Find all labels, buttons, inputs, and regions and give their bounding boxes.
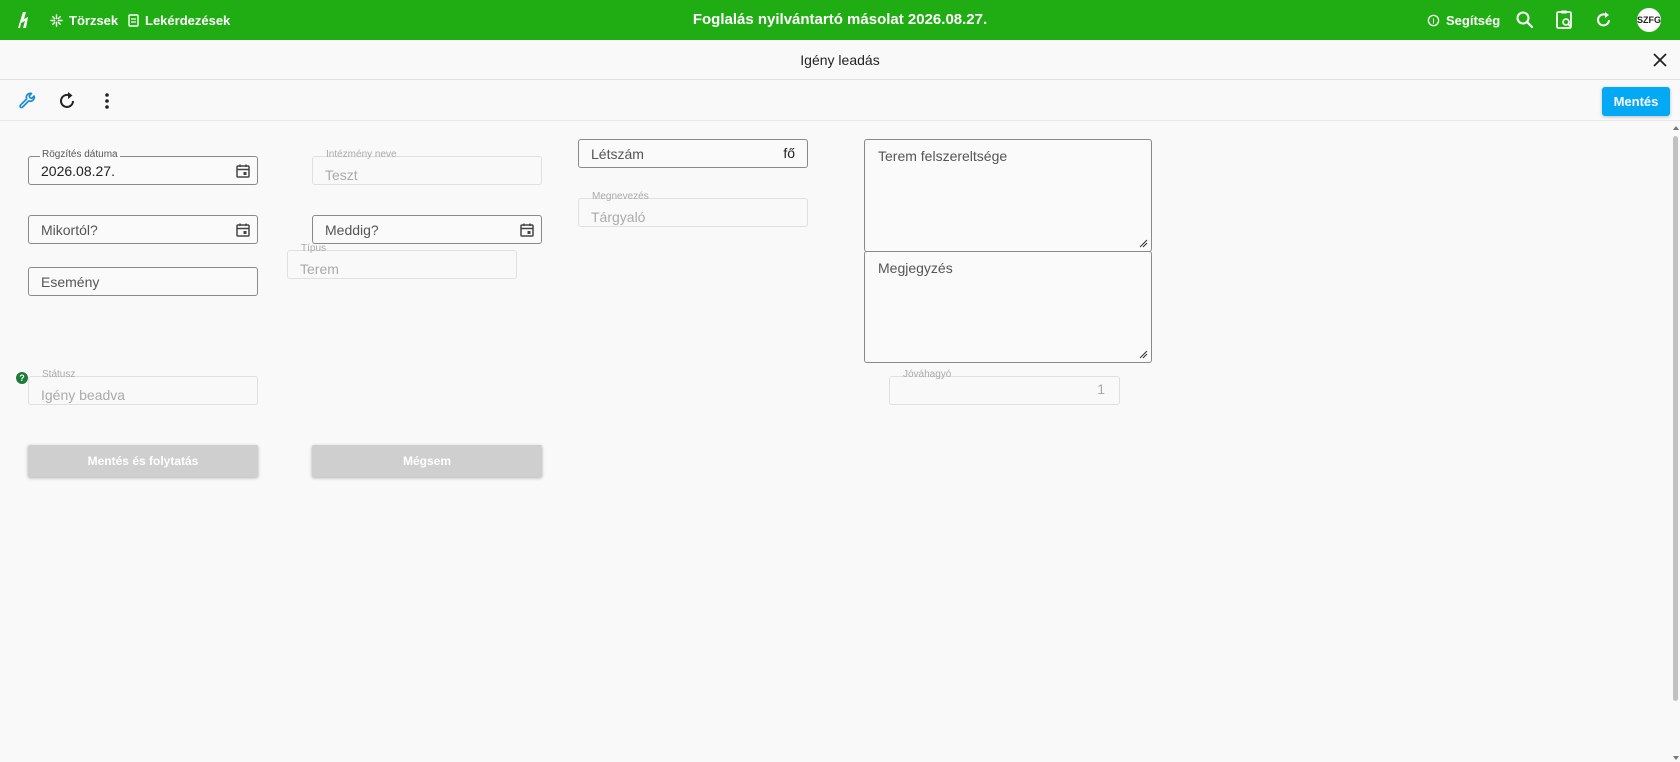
scroll-down-arrow-icon[interactable] <box>1673 756 1679 760</box>
terem-felszereltsege-field[interactable] <box>864 139 1152 252</box>
nav-lekerdezesek[interactable]: Lekérdezések <box>128 0 230 40</box>
rogzites-datuma-field[interactable]: Rögzítés dátuma <box>28 149 258 185</box>
esemeny-input[interactable] <box>41 268 225 295</box>
nav-torzsek-label: Törzsek <box>69 12 119 28</box>
statusz-field: Státusz <box>28 369 258 408</box>
more-vertical-icon[interactable] <box>96 90 118 112</box>
tipus-label: Típus <box>301 243 327 254</box>
scroll-up-arrow-icon[interactable] <box>1673 126 1679 130</box>
tipus-input <box>300 255 484 282</box>
status-help-icon[interactable]: ? <box>16 372 28 384</box>
search-icon[interactable] <box>1514 9 1536 31</box>
esemeny-field[interactable] <box>28 267 258 296</box>
page-header: Igény leadás <box>0 40 1680 80</box>
intezmeny-neve-field: Intézmény neve <box>312 149 542 188</box>
scrollbar-thumb[interactable] <box>1673 136 1678 701</box>
megnevezes-input <box>591 203 775 230</box>
letszam-field[interactable]: fő <box>578 139 808 168</box>
resize-grip-icon[interactable] <box>1138 238 1148 248</box>
megnevezes-label: Megnevezés <box>592 191 649 202</box>
user-avatar[interactable]: SZFG <box>1637 8 1661 32</box>
meddig-field[interactable] <box>312 215 542 244</box>
megnevezes-field: Megnevezés <box>578 191 808 230</box>
save-and-continue-button[interactable]: Mentés és folytatás <box>28 445 258 477</box>
jovahagyo-field: Jóváhagyó 1 <box>889 369 1120 405</box>
mikortol-field[interactable] <box>28 215 258 244</box>
mikortol-input[interactable] <box>41 216 225 243</box>
cancel-button[interactable]: Mégsem <box>312 445 542 477</box>
top-app-bar: Törzsek Lekérdezések Foglalás nyilvántar… <box>0 0 1680 40</box>
help-bubble-icon: ! <box>1427 14 1440 26</box>
help-link[interactable]: ! Segítség <box>1427 0 1500 40</box>
nav-torzsek[interactable]: Törzsek <box>50 0 118 40</box>
help-label: Segítség <box>1446 12 1501 28</box>
letszam-suffix: fő <box>783 145 795 161</box>
close-icon[interactable] <box>1651 51 1669 69</box>
jovahagyo-label: Jóváhagyó <box>903 369 952 380</box>
jovahagyo-value: 1 <box>1097 381 1105 397</box>
megjegyzes-textarea[interactable] <box>865 252 1151 362</box>
statusz-input <box>41 381 225 408</box>
reload-icon[interactable] <box>56 90 78 112</box>
asterisk-icon <box>50 13 63 27</box>
refresh-icon[interactable] <box>1593 9 1615 31</box>
page-title: Igény leadás <box>800 52 880 68</box>
form-toolbar: Mentés <box>0 81 1680 121</box>
vertical-scrollbar[interactable] <box>1671 126 1680 760</box>
letszam-input[interactable] <box>591 140 775 167</box>
nav-lekerdezesek-label: Lekérdezések <box>145 12 231 28</box>
svg-text:!: ! <box>1432 16 1434 25</box>
clipboard-search-icon[interactable] <box>1554 9 1576 31</box>
document-icon <box>128 13 139 27</box>
intezmeny-neve-input <box>325 161 509 188</box>
terem-felszereltsege-textarea[interactable] <box>865 140 1151 251</box>
calendar-icon[interactable] <box>235 222 251 238</box>
resize-grip-icon[interactable] <box>1138 349 1148 359</box>
app-logo-icon[interactable] <box>14 9 36 31</box>
wrench-icon[interactable] <box>17 90 39 112</box>
rogzites-datuma-input[interactable] <box>41 157 225 184</box>
calendar-icon[interactable] <box>235 163 251 179</box>
megjegyzes-field[interactable] <box>864 251 1152 363</box>
meddig-input[interactable] <box>325 216 509 243</box>
tipus-field: Típus <box>287 243 517 282</box>
intezmeny-neve-label: Intézmény neve <box>326 149 397 160</box>
calendar-icon[interactable] <box>519 222 535 238</box>
statusz-label: Státusz <box>42 369 76 380</box>
save-button[interactable]: Mentés <box>1602 87 1670 116</box>
